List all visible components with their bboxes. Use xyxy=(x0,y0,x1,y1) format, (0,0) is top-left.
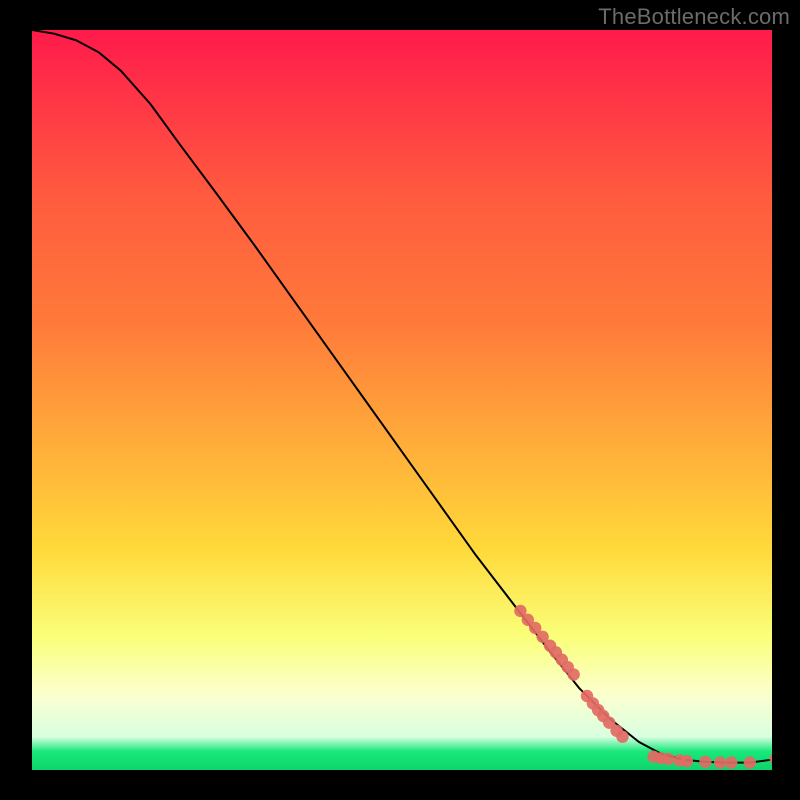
data-marker xyxy=(744,756,756,768)
data-marker xyxy=(681,755,693,767)
chart-svg xyxy=(32,30,772,770)
data-marker xyxy=(567,668,579,680)
chart-frame: TheBottleneck.com xyxy=(0,0,800,800)
data-marker xyxy=(714,756,726,768)
gradient-background xyxy=(32,30,772,770)
data-marker xyxy=(662,753,674,765)
data-marker xyxy=(616,731,628,743)
data-marker xyxy=(699,756,711,768)
watermark-text: TheBottleneck.com xyxy=(598,4,790,30)
data-marker xyxy=(725,756,737,768)
plot-area xyxy=(32,30,772,770)
